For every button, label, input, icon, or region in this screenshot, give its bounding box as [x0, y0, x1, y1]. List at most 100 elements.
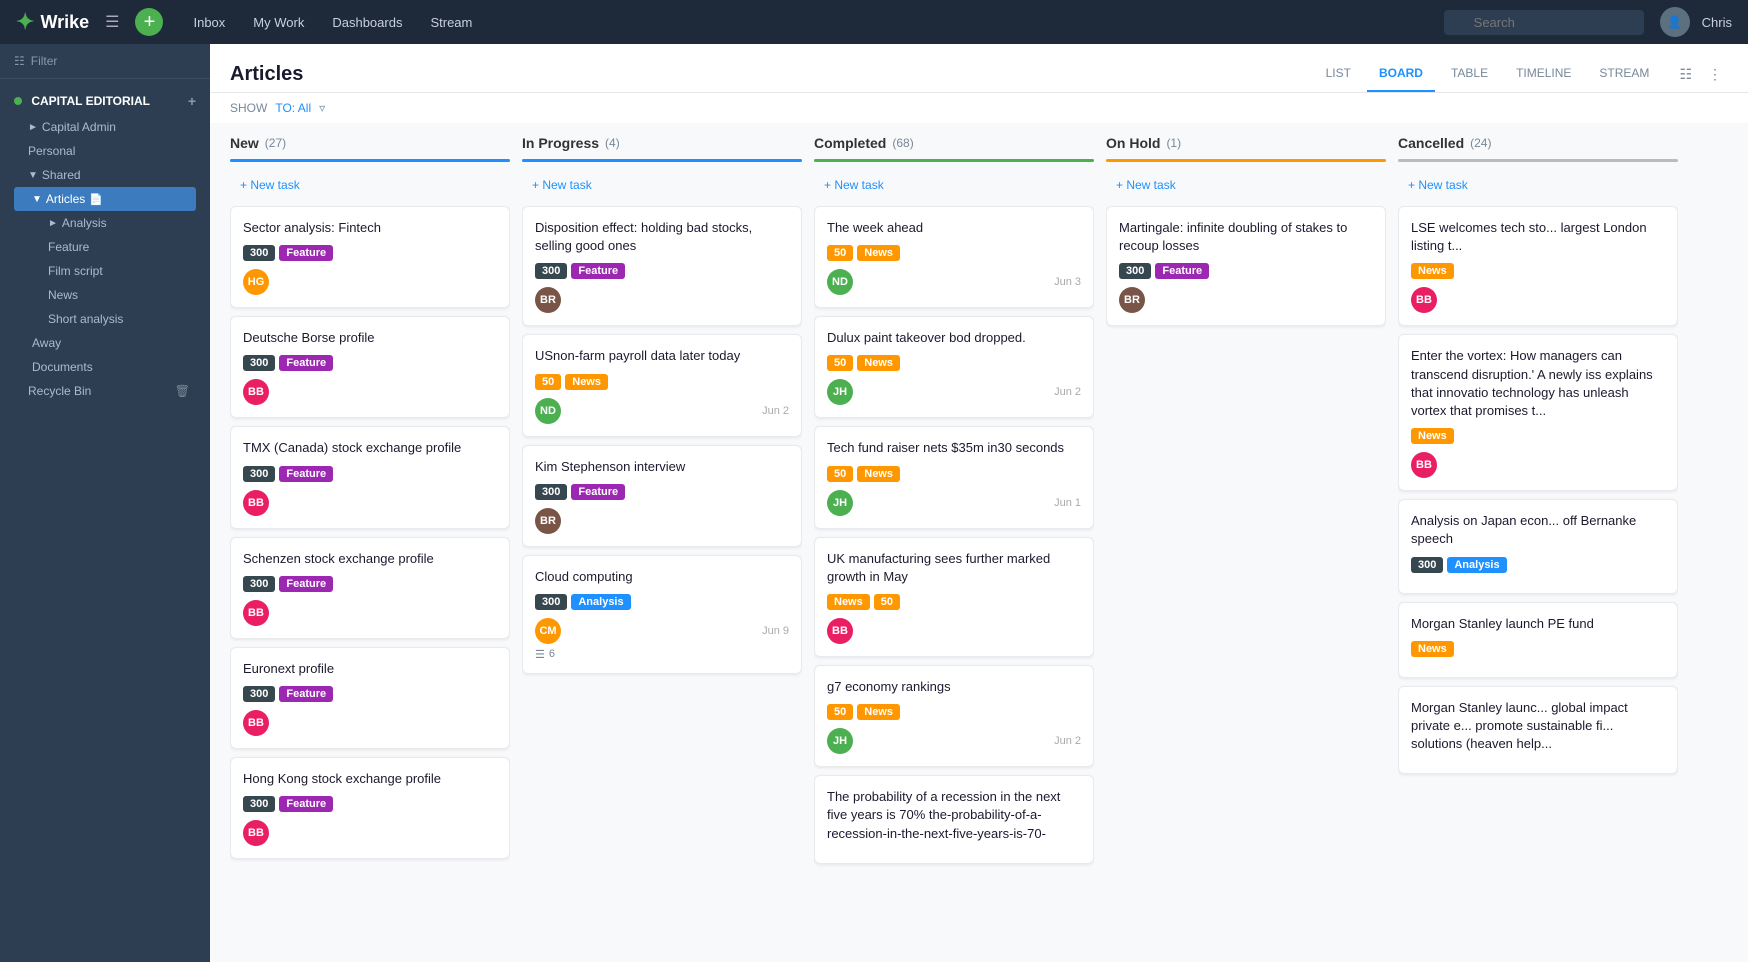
tab-table[interactable]: TABLE: [1439, 56, 1500, 92]
card-completed-3[interactable]: UK manufacturing sees further marked gro…: [814, 537, 1094, 657]
tag-feature: Feature: [279, 245, 333, 261]
sidebar-item-short-analysis[interactable]: Short analysis: [14, 307, 196, 331]
tab-stream[interactable]: STREAM: [1587, 56, 1661, 92]
card-date: Jun 1: [1054, 497, 1081, 509]
tag-feature: Feature: [571, 484, 625, 500]
card-inprogress-1[interactable]: USnon-farm payroll data later today 50Ne…: [522, 334, 802, 436]
card-title: g7 economy rankings: [827, 678, 1081, 696]
tag-feature: Feature: [279, 576, 333, 592]
card-footer: BB: [827, 618, 1081, 644]
sidebar-item-capital-admin[interactable]: ► Capital Admin: [14, 115, 196, 139]
tag-news: News: [1411, 428, 1454, 444]
card-date: Jun 3: [1054, 276, 1081, 288]
card-title: Tech fund raiser nets $35m in30 seconds: [827, 439, 1081, 457]
new-task-button-inprogress[interactable]: + New task: [522, 170, 802, 200]
nav-stream[interactable]: Stream: [420, 11, 482, 34]
chevron-icon: ▼: [32, 194, 42, 205]
column-new: New (27) + New task Sector analysis: Fin…: [230, 123, 510, 942]
card-footer: NDJun 2: [535, 398, 789, 424]
search-input[interactable]: [1444, 10, 1644, 35]
tab-board[interactable]: BOARD: [1367, 56, 1435, 92]
card-new-0[interactable]: Sector analysis: Fintech 300Feature HG: [230, 206, 510, 308]
tag-300: 300: [243, 466, 275, 482]
tag-300: 300: [1411, 557, 1443, 573]
content-header: Articles LIST BOARD TABLE TIMELINE STREA…: [210, 44, 1748, 93]
card-footer: CMJun 9: [535, 618, 789, 644]
tag-feature: Feature: [279, 355, 333, 371]
new-task-button-new[interactable]: + New task: [230, 170, 510, 200]
hamburger-icon[interactable]: ☰: [105, 12, 119, 32]
card-new-2[interactable]: TMX (Canada) stock exchange profile 300F…: [230, 426, 510, 528]
new-task-button-completed[interactable]: + New task: [814, 170, 1094, 200]
sidebar-item-documents[interactable]: Documents: [14, 355, 196, 379]
subtask-icon: ☰: [535, 648, 545, 661]
card-onhold-0[interactable]: Martingale: infinite doubling of stakes …: [1106, 206, 1386, 326]
card-cancelled-3[interactable]: Morgan Stanley launch PE fund News: [1398, 602, 1678, 678]
card-inprogress-2[interactable]: Kim Stephenson interview 300Feature BR: [522, 445, 802, 547]
sidebar-item-film-script[interactable]: Film script: [14, 259, 196, 283]
sidebar-item-news[interactable]: News: [14, 283, 196, 307]
sidebar-item-away[interactable]: Away: [14, 331, 196, 355]
card-tags: 50News: [535, 374, 789, 390]
tag-feature: Feature: [279, 466, 333, 482]
card-new-4[interactable]: Euronext profile 300Feature BB: [230, 647, 510, 749]
sidebar-item-analysis[interactable]: ► Analysis: [14, 211, 196, 235]
card-footer: HG: [243, 269, 497, 295]
avatar[interactable]: 👤: [1660, 7, 1690, 37]
nav-dashboards[interactable]: Dashboards: [322, 11, 412, 34]
card-title: Deutsche Borse profile: [243, 329, 497, 347]
card-cancelled-2[interactable]: Analysis on Japan econ... off Bernanke s…: [1398, 499, 1678, 593]
column-title-inprogress: In Progress: [522, 135, 599, 151]
card-new-5[interactable]: Hong Kong stock exchange profile 300Feat…: [230, 757, 510, 859]
nav-mywork[interactable]: My Work: [243, 11, 314, 34]
show-value[interactable]: TO: All: [275, 101, 311, 115]
card-completed-2[interactable]: Tech fund raiser nets $35m in30 seconds …: [814, 426, 1094, 528]
card-tags: News: [1411, 263, 1665, 279]
card-completed-5[interactable]: The probability of a recession in the ne…: [814, 775, 1094, 864]
sidebar-item-shared[interactable]: ▼ Shared: [14, 163, 196, 187]
card-title: Enter the vortex: How managers can trans…: [1411, 347, 1665, 420]
tag-analysis: Analysis: [1447, 557, 1506, 573]
card-completed-4[interactable]: g7 economy rankings 50News JHJun 2: [814, 665, 1094, 767]
column-bar-inprogress: [522, 159, 802, 162]
more-icon[interactable]: ⋮: [1702, 58, 1728, 91]
tag-300: 300: [243, 796, 275, 812]
sidebar-filter[interactable]: ☷ Filter: [0, 44, 210, 79]
grid-icon[interactable]: ☷: [1673, 58, 1698, 91]
card-tags: 300Analysis: [535, 594, 789, 610]
card-cancelled-4[interactable]: Morgan Stanley launc... global impact pr…: [1398, 686, 1678, 775]
nav-inbox[interactable]: Inbox: [183, 11, 235, 34]
sidebar-item-feature[interactable]: Feature: [14, 235, 196, 259]
filter-icon: ☷: [14, 54, 25, 68]
filter-icon[interactable]: ▿: [319, 101, 325, 115]
card-cancelled-1[interactable]: Enter the vortex: How managers can trans…: [1398, 334, 1678, 491]
card-new-3[interactable]: Schenzen stock exchange profile 300Featu…: [230, 537, 510, 639]
card-title: Euronext profile: [243, 660, 497, 678]
column-completed: Completed (68) + New task The week ahead…: [814, 123, 1094, 942]
tag-300: 300: [535, 594, 567, 610]
card-inprogress-3[interactable]: Cloud computing 300Analysis CMJun 9 ☰ 6: [522, 555, 802, 674]
card-avatar: HG: [243, 269, 269, 295]
sidebar-item-articles[interactable]: ▼ Articles 📄: [14, 187, 196, 211]
new-task-button-onhold[interactable]: + New task: [1106, 170, 1386, 200]
card-inprogress-0[interactable]: Disposition effect: holding bad stocks, …: [522, 206, 802, 326]
new-task-button-cancelled[interactable]: + New task: [1398, 170, 1678, 200]
sidebar-item-recycle-bin[interactable]: Recycle Bin 🗑: [14, 379, 196, 403]
card-subtask: ☰ 6: [535, 648, 789, 661]
card-avatar: BB: [1411, 452, 1437, 478]
create-button[interactable]: +: [135, 8, 163, 36]
add-group-icon[interactable]: +: [188, 93, 196, 109]
card-title: Morgan Stanley launch PE fund: [1411, 615, 1665, 633]
sidebar-item-personal[interactable]: Personal: [14, 139, 196, 163]
column-count-cancelled: (24): [1470, 136, 1491, 150]
tab-list[interactable]: LIST: [1314, 56, 1363, 92]
card-completed-1[interactable]: Dulux paint takeover bod dropped. 50News…: [814, 316, 1094, 418]
tab-timeline[interactable]: TIMELINE: [1504, 56, 1583, 92]
card-cancelled-0[interactable]: LSE welcomes tech sto... largest London …: [1398, 206, 1678, 326]
card-title: Dulux paint takeover bod dropped.: [827, 329, 1081, 347]
card-title: Disposition effect: holding bad stocks, …: [535, 219, 789, 255]
card-completed-0[interactable]: The week ahead 50News NDJun 3: [814, 206, 1094, 308]
sidebar-group-capital-editorial[interactable]: CAPITAL EDITORIAL +: [14, 87, 196, 115]
card-footer: BR: [1119, 287, 1373, 313]
card-new-1[interactable]: Deutsche Borse profile 300Feature BB: [230, 316, 510, 418]
